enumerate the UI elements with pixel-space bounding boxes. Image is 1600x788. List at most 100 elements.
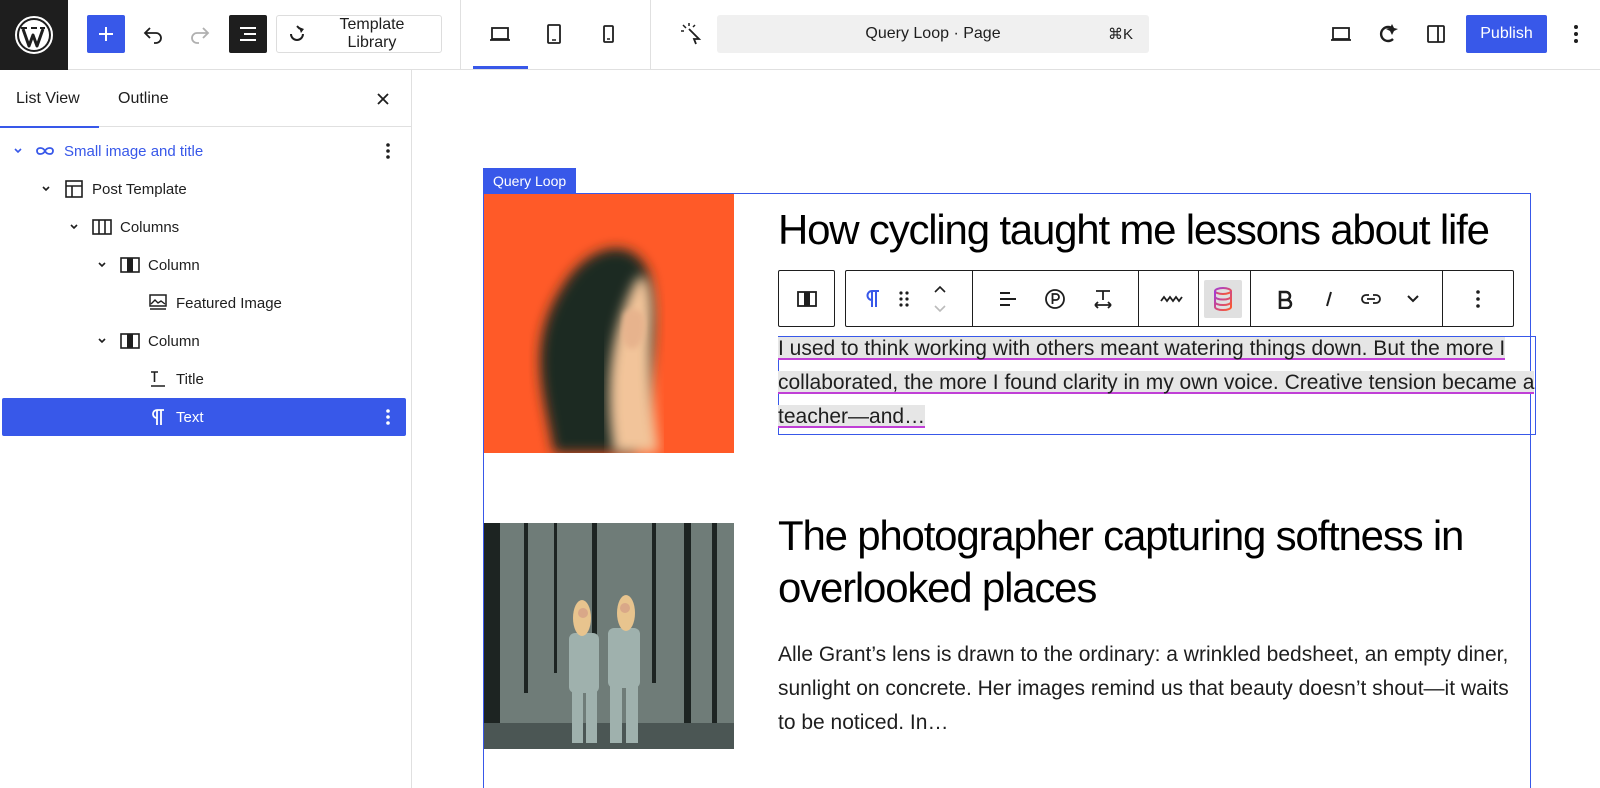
divider [1442, 271, 1443, 326]
undo-button[interactable] [134, 15, 172, 53]
link-button[interactable] [1352, 280, 1390, 318]
template-library-label: Template Library [339, 16, 405, 51]
redo-button[interactable] [181, 15, 219, 53]
list-item-title[interactable]: Title [2, 360, 406, 398]
column-icon [118, 329, 142, 353]
list-item-columns[interactable]: Columns [2, 208, 406, 246]
select-mode-button[interactable] [673, 15, 711, 53]
bold-button[interactable] [1266, 280, 1304, 318]
text-width-icon [1094, 290, 1112, 309]
view-button[interactable] [1322, 15, 1360, 53]
featured-image[interactable] [484, 194, 734, 453]
desktop-preview-button[interactable] [481, 15, 519, 53]
featured-image-icon [146, 291, 170, 315]
highlighted-text[interactable]: I used to think working with others mean… [778, 337, 1535, 428]
more-vertical-icon[interactable] [376, 139, 400, 163]
featured-image[interactable] [484, 523, 734, 749]
list-view-icon [240, 27, 256, 41]
list-item-featured-image[interactable]: Featured Image [2, 284, 406, 322]
chevron-down-icon[interactable] [94, 333, 110, 349]
select-parent-button[interactable] [778, 270, 835, 327]
document-overview-panel: List View Outline Small image and title … [0, 70, 412, 788]
layout-icon [62, 177, 86, 201]
chevron-down-icon [1407, 295, 1419, 303]
align-left-icon [1000, 292, 1016, 306]
list-item-column[interactable]: Column [2, 322, 406, 360]
styles-button[interactable] [1369, 15, 1407, 53]
settings-sidebar-button[interactable] [1417, 15, 1455, 53]
desktop-icon [490, 27, 510, 41]
post-title[interactable]: How cycling taught me lessons about life… [778, 204, 1518, 264]
list-item-label: Column [148, 256, 200, 274]
chevron-down-icon[interactable] [94, 257, 110, 273]
list-item-small-image-and-title[interactable]: Small image and title [2, 132, 406, 170]
list-item-label: Post Template [92, 180, 187, 198]
drag-handle[interactable] [890, 280, 918, 318]
template-library-icon [289, 25, 304, 41]
loop-icon [33, 139, 57, 163]
query-loop-block-label[interactable]: Query Loop [483, 168, 577, 193]
mobile-preview-button[interactable] [589, 15, 627, 53]
more-vertical-icon[interactable] [376, 405, 400, 429]
align-button[interactable] [989, 280, 1027, 318]
more-vertical-icon [1574, 25, 1578, 43]
post-excerpt[interactable]: I used to think working with others mean… [778, 332, 1538, 434]
pattern-button[interactable] [1036, 280, 1074, 318]
format-wavy-button[interactable] [1152, 280, 1190, 318]
chevron-down-icon[interactable] [66, 219, 82, 235]
wordpress-logo-button[interactable] [0, 0, 68, 70]
editor-canvas: Query Loop How cycling taught me lessons… [413, 70, 1600, 788]
wavy-underline-icon [1160, 295, 1183, 303]
column-icon [796, 290, 817, 307]
post-excerpt[interactable]: Alle Grant’s lens is drawn to the ordina… [778, 638, 1518, 740]
database-icon [1214, 287, 1232, 312]
list-item-label: Text [176, 408, 204, 426]
column-icon [118, 253, 142, 277]
list-item-label: Small image and title [64, 142, 204, 160]
paragraph-icon [146, 405, 170, 429]
list-item-label: Featured Image [176, 294, 282, 312]
document-overview-button[interactable] [229, 15, 267, 53]
italic-icon [1326, 291, 1332, 307]
block-inserter-button[interactable] [87, 15, 125, 53]
chevron-down-icon[interactable] [38, 181, 54, 197]
editor-header: Template Library Query Loop · Page ⌘K Pu… [0, 0, 1600, 70]
cursor-icon [681, 23, 702, 45]
template-library-button[interactable]: Template Library [276, 15, 442, 53]
panel-tabs: List View Outline [0, 70, 411, 128]
plus-icon [99, 27, 113, 41]
block-bindings-button[interactable] [1204, 280, 1242, 318]
text-width-button[interactable] [1084, 280, 1122, 318]
list-item-column[interactable]: Column [2, 246, 406, 284]
divider [650, 0, 651, 70]
post-title[interactable]: The photographer capturing softness in o… [778, 510, 1518, 614]
publish-button[interactable]: Publish [1466, 15, 1547, 53]
sidebar-icon [1427, 25, 1445, 43]
chevron-down-icon[interactable] [10, 143, 26, 159]
block-options-button[interactable] [1459, 280, 1497, 318]
list-item-post-template[interactable]: Post Template [2, 170, 406, 208]
tablet-icon [547, 24, 561, 44]
options-button[interactable] [1557, 15, 1595, 53]
tab-list-view[interactable]: List View [0, 70, 99, 128]
close-panel-button[interactable] [370, 86, 396, 112]
list-item-text[interactable]: Text [2, 398, 406, 436]
desktop-icon [1331, 27, 1351, 41]
italic-button[interactable] [1310, 280, 1348, 318]
tablet-preview-button[interactable] [535, 15, 573, 53]
styles-icon [1379, 24, 1398, 43]
move-up-down-button[interactable] [926, 280, 954, 318]
block-type-button[interactable] [854, 280, 892, 318]
active-device-indicator [473, 66, 528, 69]
columns-icon [90, 215, 114, 239]
list-item-label: Title [176, 370, 204, 388]
redo-icon [191, 27, 210, 44]
mobile-icon [603, 25, 614, 43]
tab-outline[interactable]: Outline [102, 70, 185, 127]
chevron-up-down-icon [934, 285, 946, 313]
divider [1198, 271, 1199, 326]
document-title: Query Loop · Page [865, 25, 1001, 42]
more-formatting-button[interactable] [1394, 280, 1432, 318]
command-palette-bar[interactable]: Query Loop · Page ⌘K [717, 15, 1149, 53]
drag-handle-icon [899, 291, 909, 307]
